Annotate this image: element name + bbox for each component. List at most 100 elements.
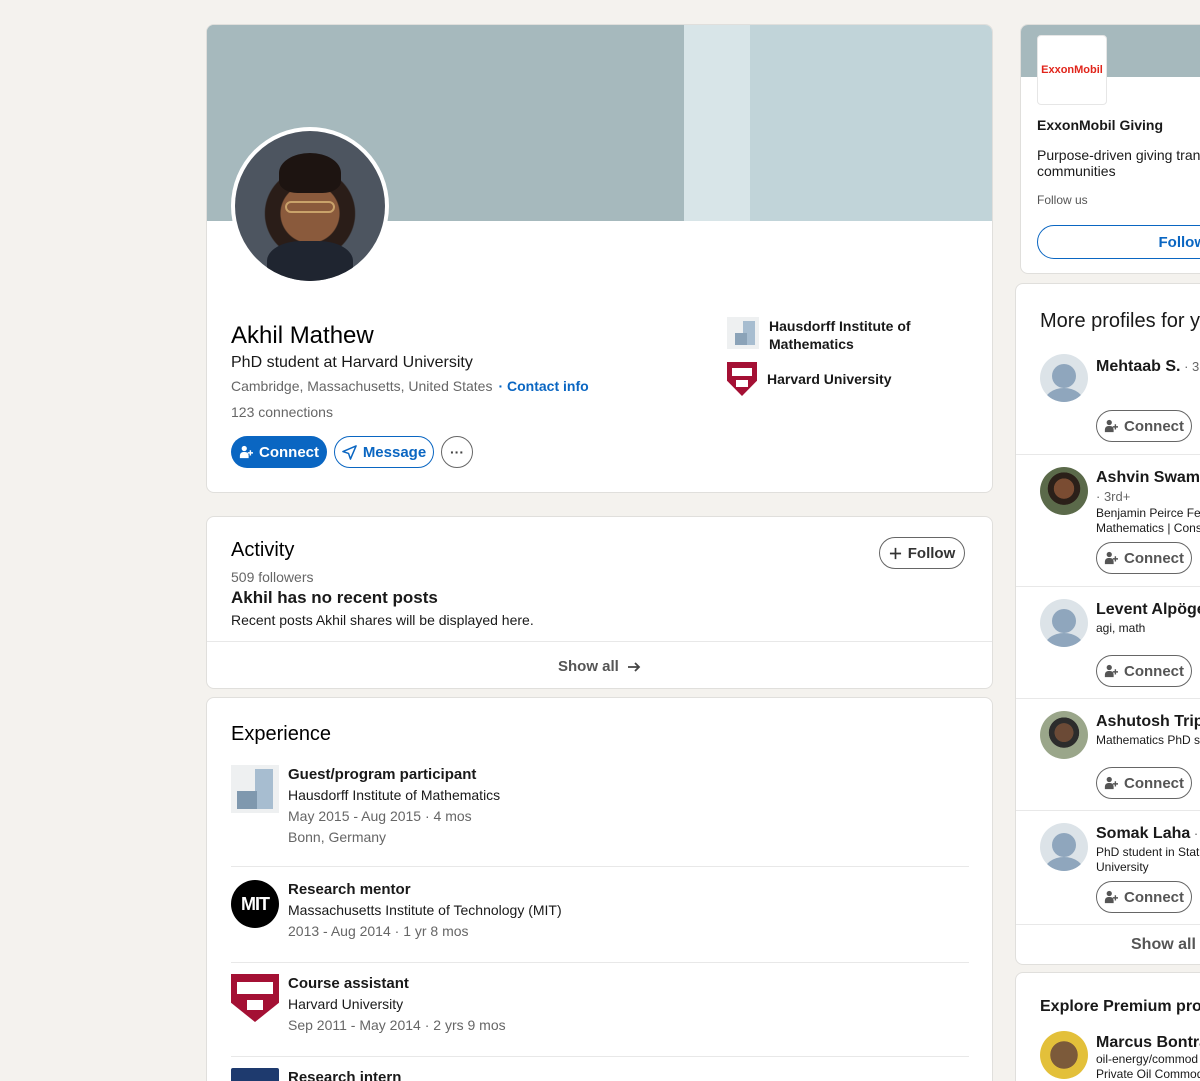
suggestion-headline: University — [1096, 860, 1149, 874]
experience-card: Experience Guest/program participant Hau… — [206, 697, 993, 1081]
connect-button[interactable]: Connect — [1096, 410, 1192, 442]
mit-logo-icon: MIT — [231, 880, 279, 928]
education-harvard[interactable]: Harvard University — [727, 362, 892, 396]
add-person-icon — [239, 445, 253, 459]
connect-label: Connect — [1124, 417, 1184, 435]
avatar[interactable] — [1040, 823, 1088, 871]
edu-label-harvard: Harvard University — [767, 371, 892, 387]
people-show-all[interactable]: Show all → — [1131, 936, 1200, 954]
connect-button[interactable]: Connect — [1096, 881, 1192, 913]
more-profiles-card: More profiles for y Mehtaab S. · 3rd Con… — [1015, 283, 1200, 965]
message-label: Message — [362, 443, 427, 461]
profile-headline: PhD student at Harvard University — [231, 354, 473, 371]
exp-org: Harvard University — [288, 996, 404, 1012]
connect-button[interactable]: Connect — [1096, 655, 1192, 687]
no-posts-text: Recent posts Akhil shares will be displa… — [231, 612, 534, 628]
suggestion-headline: Mathematics PhD st — [1096, 733, 1200, 747]
message-button[interactable]: Message — [334, 436, 434, 468]
send-icon — [342, 444, 357, 460]
suggestion-name[interactable]: Mehtaab S. · 3rd — [1096, 358, 1200, 376]
activity-show-all[interactable]: Show all — [207, 658, 992, 675]
exxonmobil-logo-icon[interactable]: ExxonMobil — [1037, 35, 1107, 105]
harvard-logo-icon — [727, 362, 757, 396]
suggestion-name[interactable]: Ashvin Swamin — [1096, 469, 1200, 487]
avatar[interactable] — [1040, 1031, 1088, 1079]
person-name: Somak Laha — [1096, 825, 1191, 842]
degree-badge: · 3rd — [1184, 359, 1200, 374]
avatar[interactable] — [1040, 354, 1088, 402]
edu-line1: Hausdorff Institute of — [769, 318, 911, 334]
show-all-label: Show all — [1131, 936, 1196, 953]
headline-line2: Private Oil Commod — [1096, 1067, 1200, 1081]
divider — [1016, 454, 1200, 455]
follow-button[interactable]: Follow — [879, 537, 965, 569]
ad-follow-us: Follow us — [1037, 193, 1088, 207]
edu-line2: Mathematics — [769, 336, 854, 352]
divider — [1016, 924, 1200, 925]
suggestion-headline: Benjamin Peirce Fell — [1096, 506, 1200, 520]
premium-person-headline: oil-energy/commod Private Oil Commod — [1096, 1052, 1200, 1081]
ad-follow-button[interactable]: Follow — [1037, 225, 1200, 259]
connect-button[interactable]: Connect — [1096, 767, 1192, 799]
experience-details: Research intern — [288, 1068, 401, 1081]
exp-title: Research intern — [288, 1069, 402, 1081]
follow-label: Follow — [907, 544, 956, 562]
suggestion-name[interactable]: Somak Laha · 3r — [1096, 825, 1200, 843]
premium-person-name[interactable]: Marcus Bontra — [1096, 1034, 1200, 1052]
ad-company-name[interactable]: ExxonMobil Giving — [1037, 117, 1163, 133]
location-text: Cambridge, Massachusetts, United States — [231, 378, 493, 394]
suggestion-name[interactable]: Levent Alpöge — [1096, 601, 1200, 619]
experience-item[interactable]: MIT Research mentor Massachusetts Instit… — [231, 880, 562, 942]
person-name: Mehtaab S. — [1096, 358, 1181, 375]
divider — [1016, 586, 1200, 587]
divider — [231, 866, 969, 867]
profile-photo[interactable] — [231, 127, 389, 285]
avatar[interactable] — [1040, 711, 1088, 759]
ad-text-line1: Purpose-driven giving tran — [1037, 147, 1200, 163]
connect-button[interactable]: Connect — [1096, 542, 1192, 574]
harvard-logo-icon — [231, 974, 279, 1022]
no-posts-title: Akhil has no recent posts — [231, 588, 438, 607]
profile-card: Akhil Mathew PhD student at Harvard Univ… — [206, 24, 993, 493]
more-icon: ··· — [450, 444, 464, 460]
divider — [1016, 698, 1200, 699]
connect-label: Connect — [259, 443, 319, 461]
exp-org: Hausdorff Institute of Mathematics — [288, 787, 501, 803]
exp-dates: 2013 - Aug 2014 · 1 yr 8 mos — [288, 923, 469, 939]
followers-count: 509 followers — [231, 569, 314, 585]
activity-title: Activity — [231, 539, 295, 561]
experience-details: Course assistant Harvard University Sep … — [288, 974, 506, 1036]
exp-dates: Sep 2011 - May 2014 · 2 yrs 9 mos — [288, 1017, 506, 1033]
add-person-icon — [1104, 419, 1118, 433]
experience-title: Experience — [231, 723, 332, 745]
connect-label: Connect — [1124, 888, 1184, 906]
show-all-label: Show all — [557, 658, 619, 675]
degree-badge: · 3r — [1193, 826, 1200, 841]
exp-title: Guest/program participant — [288, 766, 477, 783]
hausdorff-logo-icon — [727, 317, 759, 349]
add-person-icon — [1104, 776, 1118, 790]
connections-count: 123 connections — [231, 404, 333, 420]
exp-org: Massachusetts Institute of Technology (M… — [288, 902, 562, 918]
ad-text-line2: communities — [1037, 163, 1116, 179]
premium-profiles-card: Explore Premium profi Marcus Bontra oil-… — [1015, 972, 1200, 1081]
add-person-icon — [1104, 551, 1118, 565]
suggestion-name[interactable]: Ashutosh Tripa — [1096, 713, 1200, 731]
contact-info-link[interactable]: · Contact info — [498, 378, 588, 394]
experience-details: Guest/program participant Hausdorff Inst… — [288, 765, 500, 848]
experience-item[interactable]: Course assistant Harvard University Sep … — [231, 974, 506, 1036]
connect-label: Connect — [1124, 774, 1184, 792]
divider — [231, 1056, 969, 1057]
education-hausdorff[interactable]: Hausdorff Institute of Mathematics — [727, 317, 911, 353]
hausdorff-logo-icon — [231, 765, 279, 813]
avatar[interactable] — [1040, 599, 1088, 647]
edu-label-hausdorff: Hausdorff Institute of Mathematics — [769, 317, 911, 353]
avatar[interactable] — [1040, 467, 1088, 515]
connect-button[interactable]: Connect — [231, 436, 327, 468]
experience-item[interactable]: Research intern — [231, 1068, 401, 1081]
company-logo-icon — [231, 1068, 279, 1081]
more-actions-button[interactable]: ··· — [441, 436, 473, 468]
experience-item[interactable]: Guest/program participant Hausdorff Inst… — [231, 765, 500, 848]
premium-title: Explore Premium profi — [1040, 998, 1200, 1015]
divider — [231, 962, 969, 963]
